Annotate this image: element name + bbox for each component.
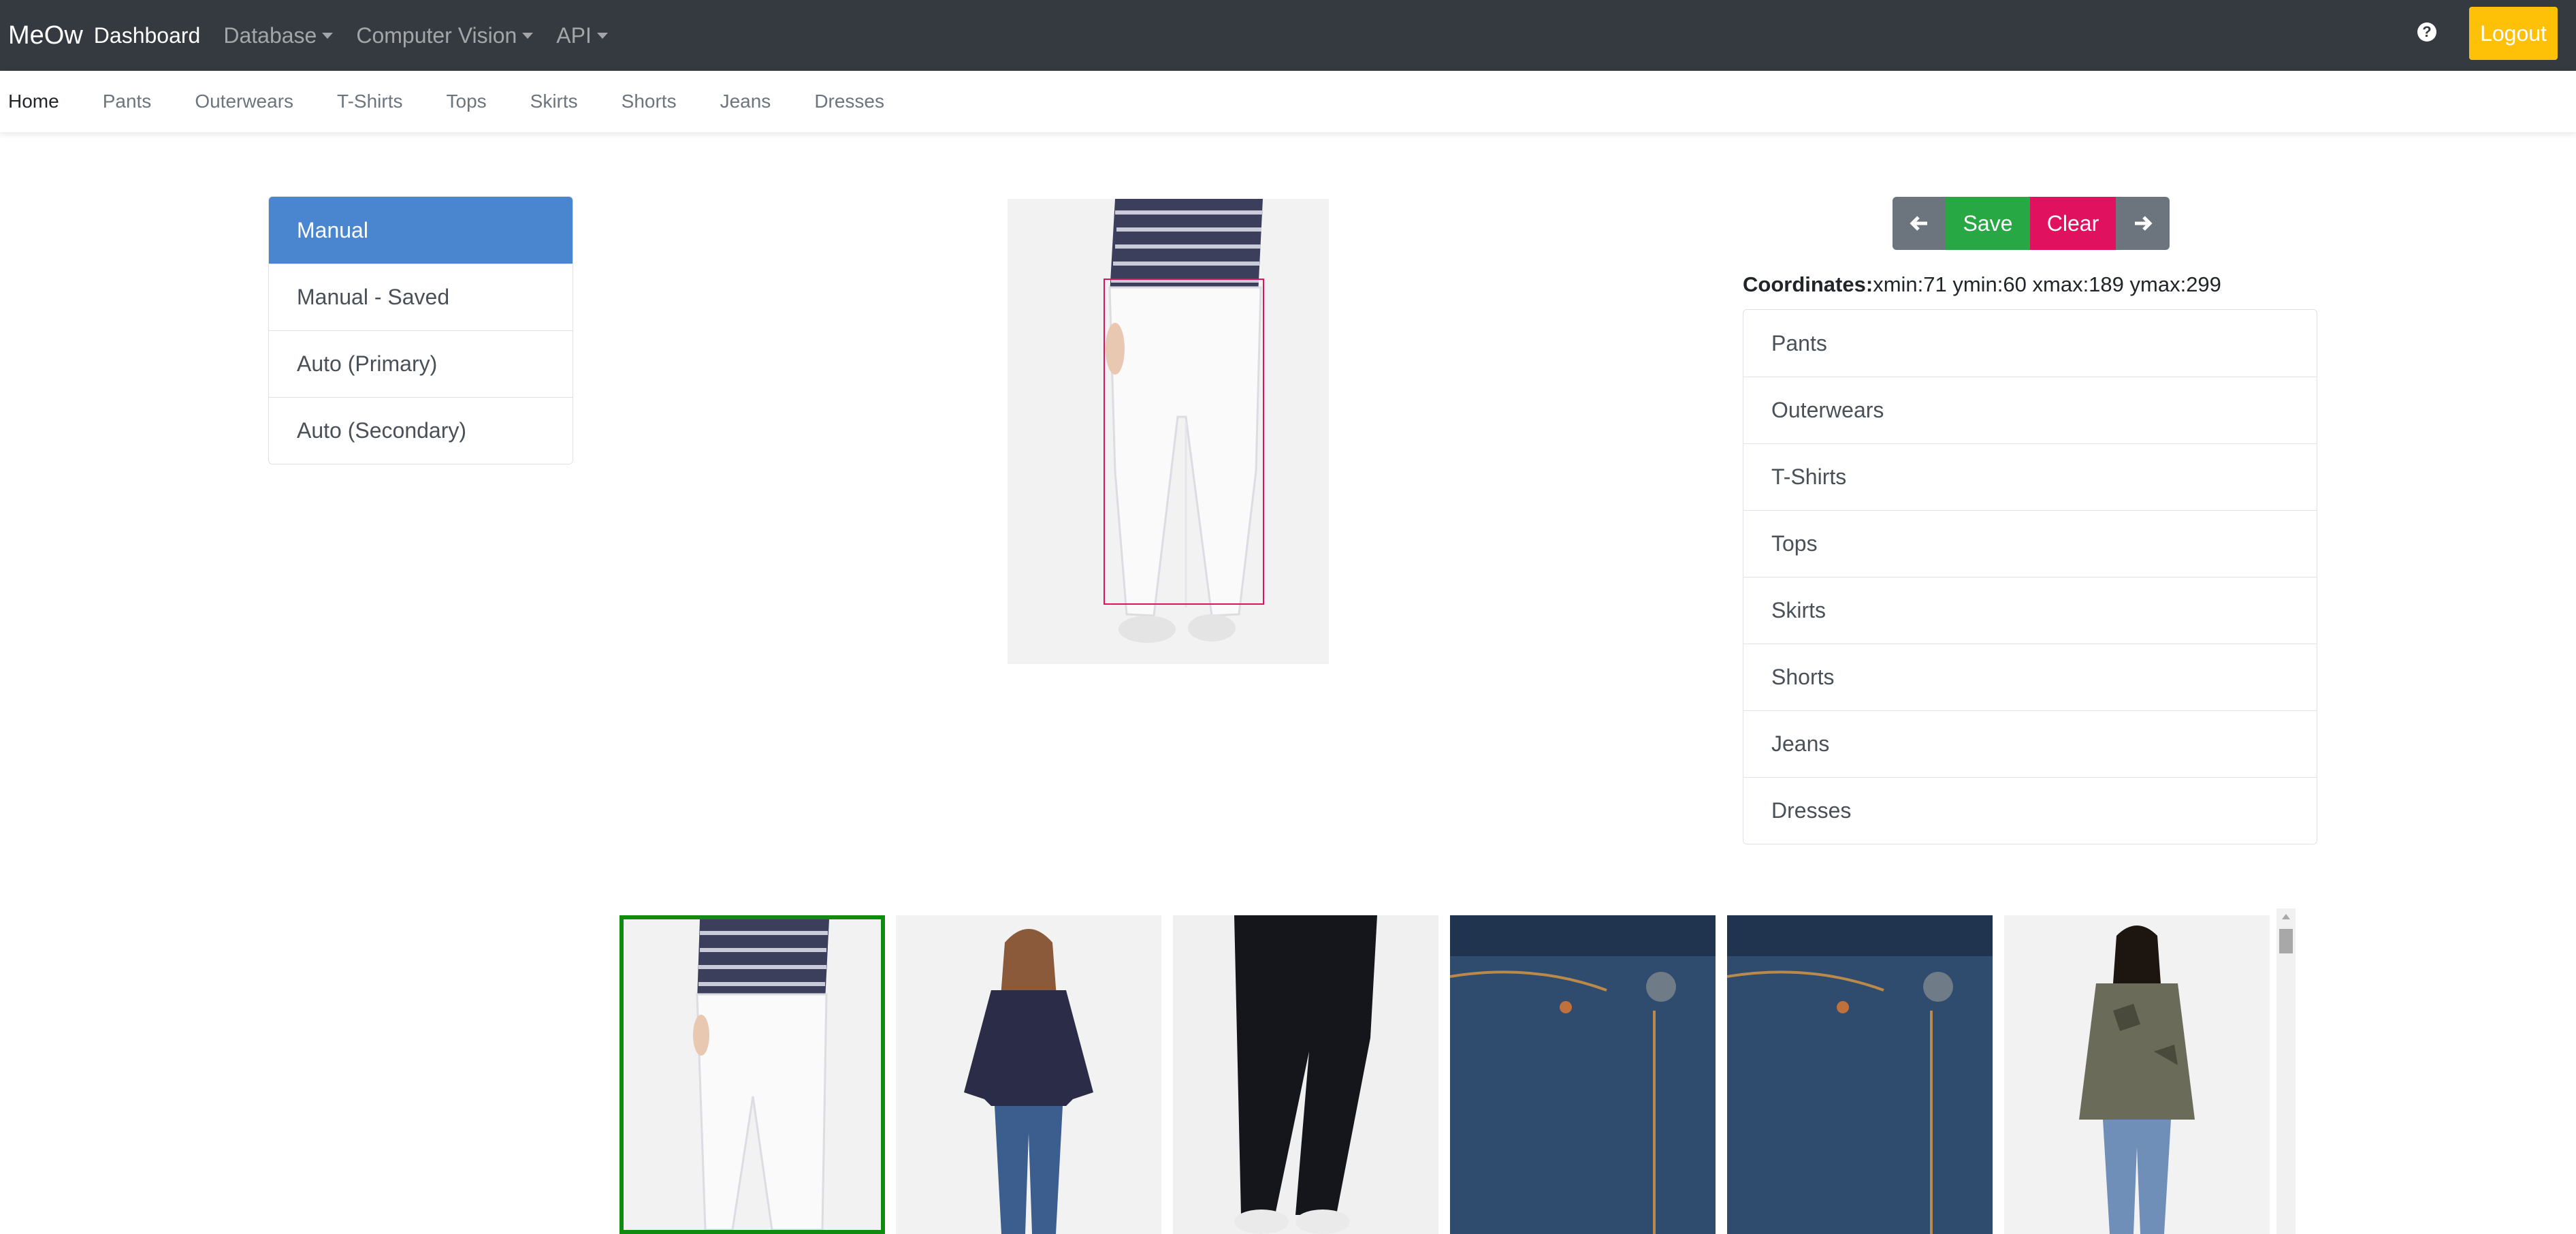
- category-item-tops[interactable]: Tops: [1743, 510, 2317, 577]
- caret-down-icon: [322, 32, 334, 39]
- nav-database-label: Database: [223, 22, 317, 48]
- subnav-tops[interactable]: Tops: [447, 91, 487, 112]
- previous-button[interactable]: [1893, 197, 1946, 250]
- caret-down-icon: [522, 32, 534, 39]
- bounding-box[interactable]: [1104, 279, 1264, 605]
- thumbnail-image: [624, 919, 881, 1230]
- subnav-outerwears[interactable]: Outerwears: [195, 91, 293, 112]
- category-item-dresses[interactable]: Dresses: [1743, 777, 2317, 844]
- nav-dashboard[interactable]: Dashboard: [94, 23, 201, 48]
- brand-logo[interactable]: MeOw: [8, 21, 83, 50]
- menu-item-auto-secondary[interactable]: Auto (Secondary): [269, 397, 573, 464]
- subnav-shorts[interactable]: Shorts: [622, 91, 677, 112]
- subnav-jeans[interactable]: Jeans: [720, 91, 771, 112]
- thumbnail-denim-closeup-2[interactable]: [1727, 915, 1993, 1234]
- thumbnail-image: [1173, 915, 1438, 1234]
- save-button[interactable]: Save: [1946, 197, 2030, 250]
- category-item-skirts[interactable]: Skirts: [1743, 577, 2317, 644]
- coordinates-value: xmin:71 ymin:60 xmax:189 ymax:299: [1873, 272, 2221, 296]
- subnav-skirts[interactable]: Skirts: [530, 91, 578, 112]
- subnav-t-shirts[interactable]: T-Shirts: [337, 91, 402, 112]
- category-item-t-shirts[interactable]: T-Shirts: [1743, 443, 2317, 510]
- logout-button[interactable]: Logout: [2469, 7, 2558, 60]
- category-list: Pants Outerwears T-Shirts Tops Skirts Sh…: [1743, 309, 2317, 844]
- category-item-jeans[interactable]: Jeans: [1743, 710, 2317, 777]
- thumbnail-strip: [618, 908, 2298, 1234]
- coordinates-readout: Coordinates:xmin:71 ymin:60 xmax:189 yma…: [1743, 272, 2221, 297]
- thumbnail-denim-closeup-1[interactable]: [1450, 915, 1716, 1234]
- subnav-pants[interactable]: Pants: [103, 91, 152, 112]
- subnav-dresses[interactable]: Dresses: [814, 91, 884, 112]
- nav-api-label: API: [556, 22, 592, 48]
- nav-computer-vision-dropdown[interactable]: Computer Vision: [356, 22, 534, 48]
- thumbnail-white-jeans-back[interactable]: [619, 915, 885, 1234]
- category-item-shorts[interactable]: Shorts: [1743, 644, 2317, 710]
- top-navbar: MeOw Dashboard Database Computer Vision …: [0, 0, 2576, 71]
- category-item-outerwears[interactable]: Outerwears: [1743, 377, 2317, 443]
- nav-computer-vision-label: Computer Vision: [356, 22, 517, 48]
- thumbnail-scrollbar[interactable]: [2276, 908, 2296, 1234]
- next-button[interactable]: [2116, 197, 2170, 250]
- subnav-home[interactable]: Home: [8, 91, 59, 112]
- nav-api-dropdown[interactable]: API: [556, 23, 608, 48]
- thumbnail-image: [1450, 915, 1716, 1234]
- nav-database-dropdown[interactable]: Database: [223, 22, 334, 48]
- mode-menu: Manual Manual - Saved Auto (Primary) Aut…: [268, 196, 573, 464]
- menu-item-auto-primary[interactable]: Auto (Primary): [269, 330, 573, 397]
- thumbnail-image: [2004, 915, 2270, 1234]
- thumbnail-image: [896, 915, 1161, 1234]
- clear-button[interactable]: Clear: [2030, 197, 2116, 250]
- thumbnail-camo-top-jeans[interactable]: [2004, 915, 2270, 1234]
- thumbnail-black-leggings[interactable]: [1173, 915, 1438, 1234]
- category-item-pants[interactable]: Pants: [1743, 310, 2317, 377]
- scrollbar-thumb[interactable]: [2279, 929, 2293, 953]
- question-circle-icon[interactable]: ?: [2417, 22, 2436, 42]
- thumbnail-image: [1727, 915, 1993, 1234]
- scroll-up-icon[interactable]: [2282, 914, 2290, 919]
- arrow-right-icon: [2134, 216, 2153, 231]
- thumbnail-ripped-jeans-sweater[interactable]: [896, 915, 1161, 1234]
- menu-item-manual[interactable]: Manual: [269, 197, 573, 264]
- menu-item-manual-saved[interactable]: Manual - Saved: [269, 264, 573, 330]
- arrow-left-icon: [1910, 216, 1927, 231]
- action-button-group: Save Clear: [1893, 197, 2170, 250]
- category-nav: Home Pants Outerwears T-Shirts Tops Skir…: [0, 71, 2576, 132]
- caret-down-icon: [596, 32, 608, 39]
- coordinates-label: Coordinates:: [1743, 272, 1873, 296]
